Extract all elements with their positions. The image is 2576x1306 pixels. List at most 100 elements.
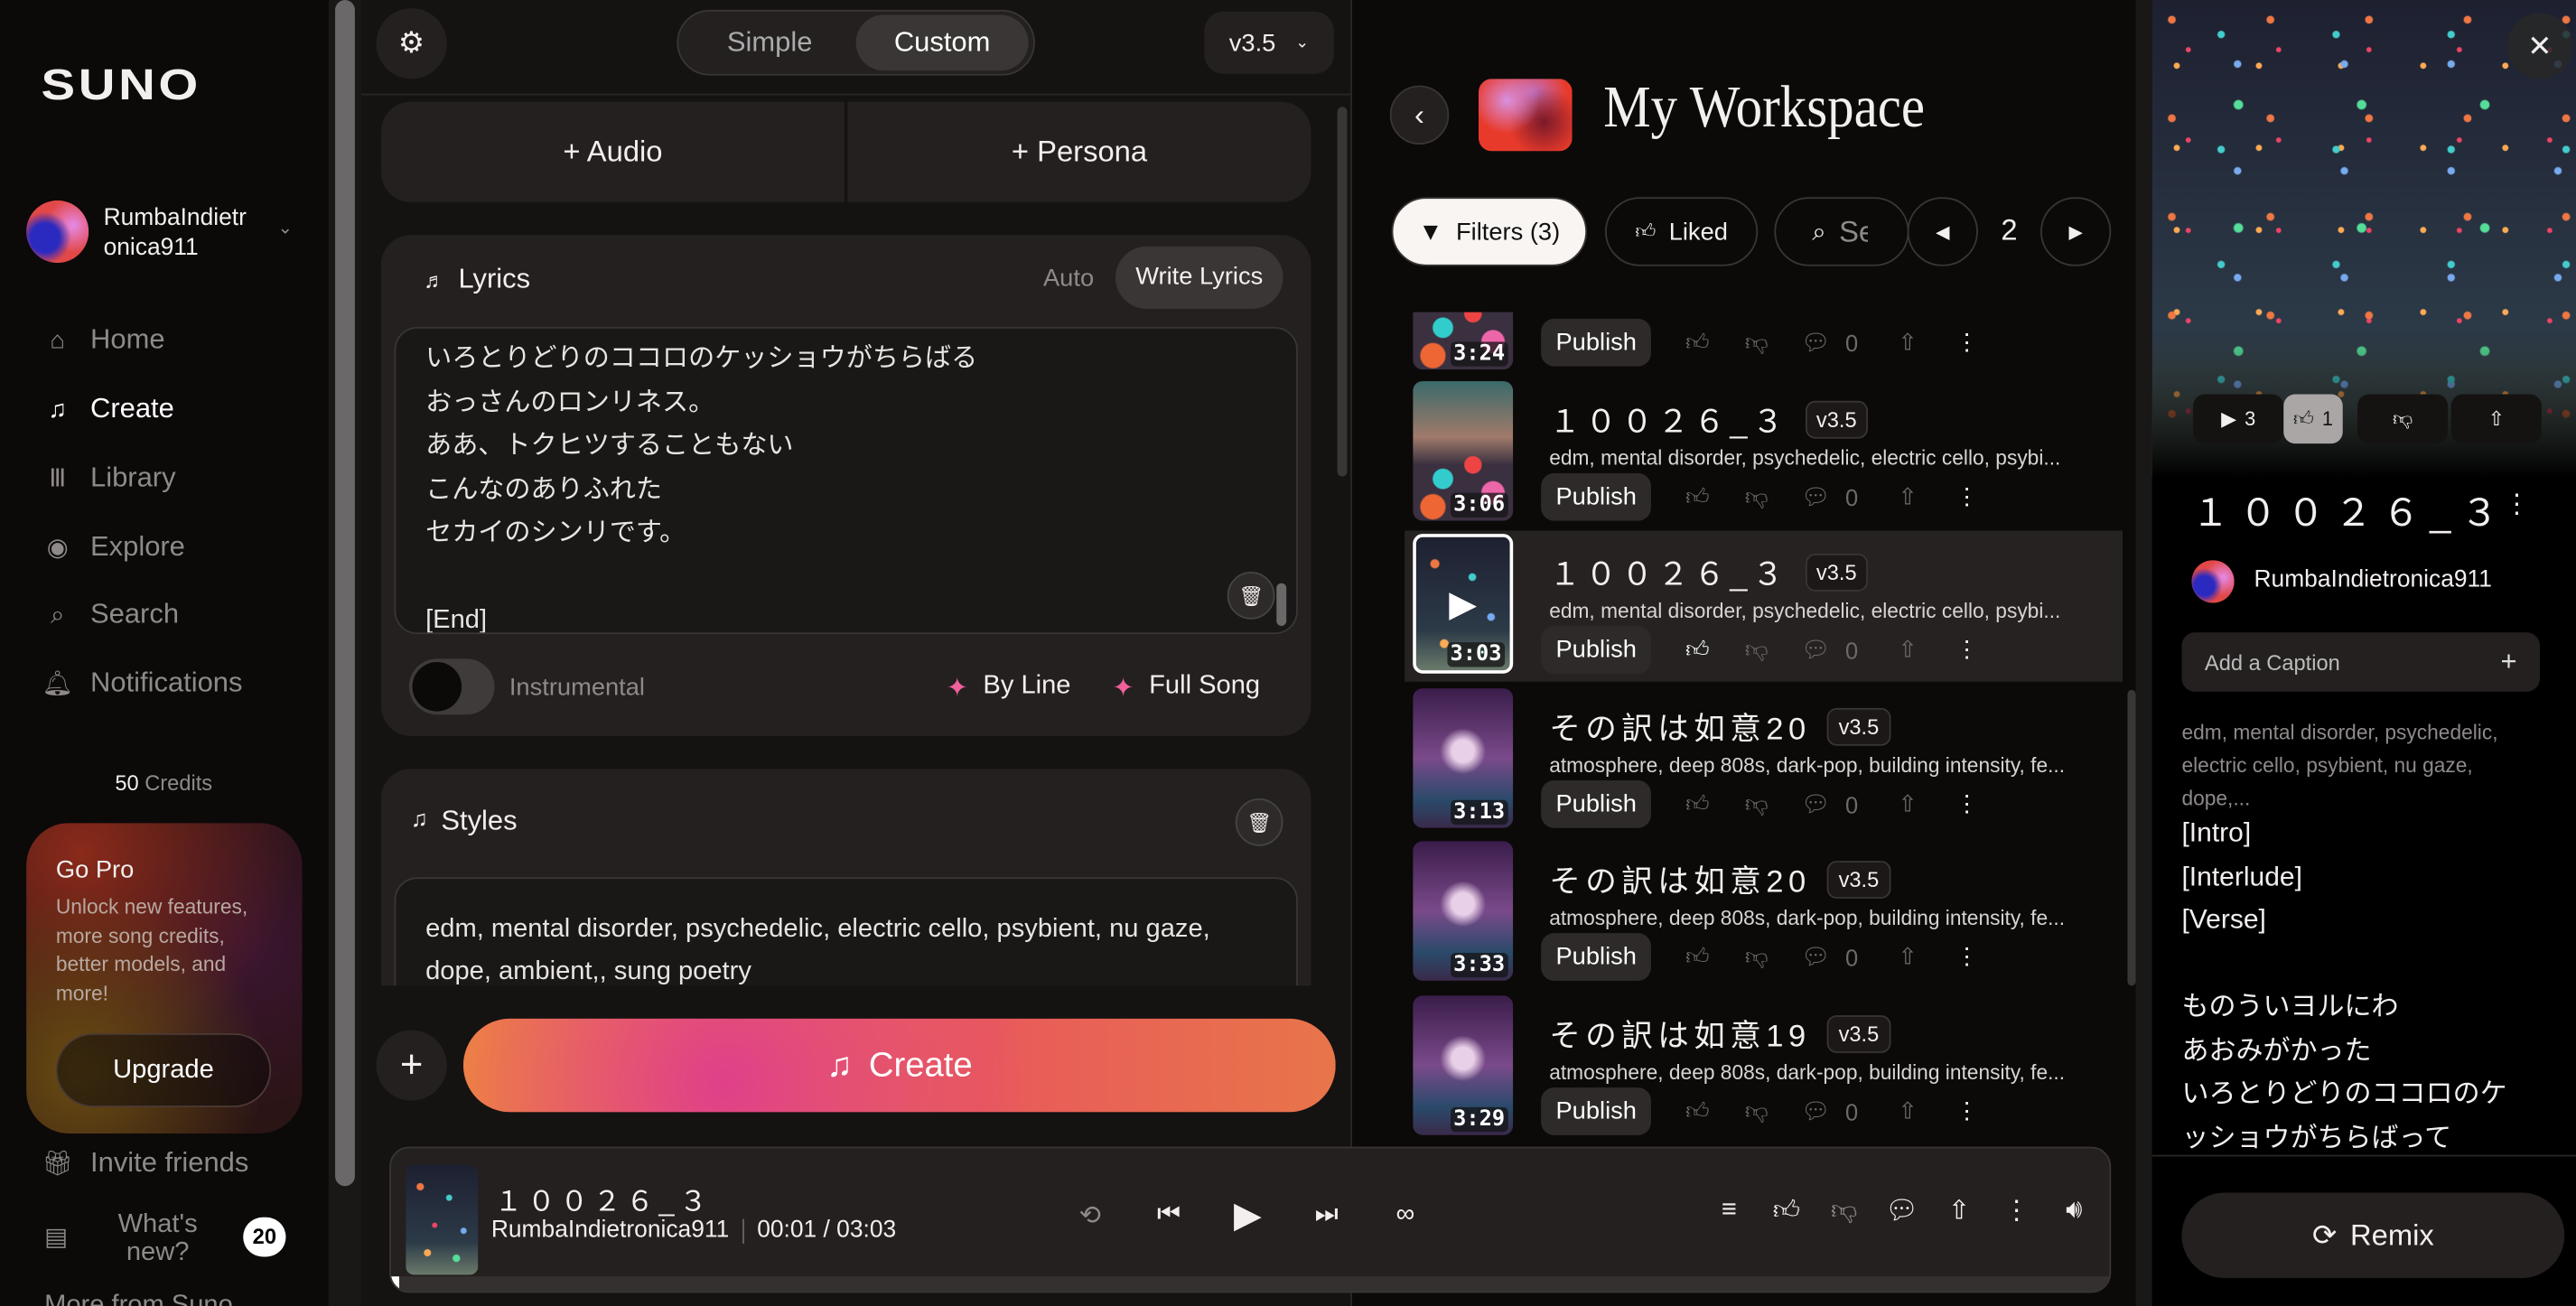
share-icon[interactable]: ⇧ <box>1878 1097 1937 1125</box>
thumbs-up-icon[interactable]: 👍︎ <box>1668 943 1727 971</box>
create-scrollbar[interactable] <box>1337 107 1348 477</box>
comment-icon[interactable]: 💬︎ <box>1786 943 1844 971</box>
song-row[interactable]: 3:33 その訳は如意20 v3.5 atmosphere, deep 808s,… <box>1405 838 2123 989</box>
play-icon[interactable]: ▶ <box>1219 1194 1277 1236</box>
sidebar-item-notifications[interactable]: 🔔︎ Notifications <box>41 664 242 704</box>
write-lyrics-tab[interactable]: Write Lyrics <box>1115 246 1283 309</box>
song-row[interactable]: 3:13 その訳は如意20 v3.5 atmosphere, deep 808s,… <box>1405 685 2123 835</box>
by-line-button[interactable]: ✦ By Line <box>947 672 1071 704</box>
thumbs-up-icon[interactable]: 👍︎ <box>1668 790 1727 818</box>
more-icon[interactable]: ⋮ <box>1937 943 1996 971</box>
comment-icon[interactable]: 💬︎ <box>1873 1194 1931 1227</box>
play-icon[interactable]: ▶ <box>1449 583 1477 626</box>
model-select[interactable]: v3.5 ⌄ <box>1204 11 1334 74</box>
instrumental-toggle[interactable] <box>408 658 495 715</box>
upgrade-button[interactable]: Upgrade <box>55 1033 272 1107</box>
plus-icon[interactable]: + <box>376 1030 447 1101</box>
thumbs-down-icon[interactable]: 👎︎ <box>1727 943 1786 971</box>
tab-simple[interactable]: Simple <box>684 14 856 70</box>
thumbs-up-icon[interactable]: 👍︎ <box>1668 1097 1727 1125</box>
filters-button[interactable]: ▼ Filters (3) <box>1391 197 1588 266</box>
repeat-icon[interactable]: ⟲ <box>1061 1199 1119 1232</box>
publish-button[interactable]: Publish <box>1541 318 1652 367</box>
lyrics-auto-tab[interactable]: Auto <box>1043 265 1094 293</box>
thumbs-down-icon[interactable]: 👎︎ <box>1727 1097 1786 1125</box>
play-count-button[interactable]: ▶ 3 <box>2193 394 2284 444</box>
song-thumbnail[interactable]: 3:13 <box>1413 688 1514 828</box>
song-title[interactable]: １００２６_３ v3.5 <box>1549 397 1869 442</box>
song-title[interactable]: その訳は如意20 v3.5 <box>1549 857 1891 901</box>
sidebar-item-explore[interactable]: ◉ Explore <box>41 527 185 567</box>
more-icon[interactable]: ⋮ <box>1937 1097 1996 1125</box>
sidebar-item-home[interactable]: ⌂ Home <box>41 321 164 360</box>
settings-gear-icon[interactable]: ⚙ <box>376 8 447 79</box>
lyrics-scrollbar[interactable] <box>1276 583 1287 626</box>
share-icon[interactable]: ⇧ <box>1878 329 1937 357</box>
thumbs-down-icon[interactable]: 👎︎ <box>1727 483 1786 511</box>
artist-name[interactable]: RumbaIndietronica911 <box>2254 567 2492 593</box>
song-thumbnail[interactable]: 3:29 <box>1413 995 1514 1135</box>
whats-new[interactable]: What's new? <box>112 1211 204 1267</box>
caption-input[interactable]: Add a Caption + <box>2181 632 2540 692</box>
avatar[interactable] <box>26 200 89 264</box>
trash-icon[interactable]: 🗑︎ <box>1235 798 1283 846</box>
close-icon[interactable]: ✕ <box>2506 13 2573 79</box>
thumbs-up-icon[interactable]: 👍︎ <box>1758 1195 1815 1227</box>
share-button[interactable]: ⇧ <box>2450 394 2542 444</box>
suno-logo[interactable]: SUNO <box>41 61 201 111</box>
song-thumbnail[interactable]: 3:24 <box>1413 312 1514 370</box>
share-icon[interactable]: ⇧ <box>1878 943 1937 971</box>
song-row[interactable]: 3:06 １００２６_３ v3.5 edm, mental disorder, p… <box>1405 378 2123 528</box>
publish-button[interactable]: Publish <box>1541 472 1652 521</box>
player-title[interactable]: １００２６_３ <box>494 1178 712 1218</box>
share-icon[interactable]: ⇧ <box>1930 1194 1988 1227</box>
publish-button[interactable]: Publish <box>1541 1087 1652 1135</box>
thumbs-down-icon[interactable]: 👎︎ <box>1815 1195 1873 1227</box>
more-icon[interactable]: ⋮ <box>1937 636 1996 664</box>
share-icon[interactable]: ⇧ <box>1878 483 1937 511</box>
remix-button[interactable]: ⟳ Remix <box>2181 1192 2565 1279</box>
progress-bar[interactable] <box>390 1276 2110 1292</box>
queue-icon[interactable]: ≡ <box>1701 1196 1759 1226</box>
thumbs-down-icon[interactable]: 👎︎ <box>1727 636 1786 664</box>
more-icon[interactable]: ⋮ <box>1937 790 1996 818</box>
song-thumbnail[interactable]: 3:33 <box>1413 841 1514 981</box>
share-icon[interactable]: ⇧ <box>1878 636 1937 664</box>
song-row[interactable]: ▶ 3:03 １００２６_３ v3.5 edm, mental disorder,… <box>1405 530 2123 682</box>
next-page-button[interactable]: ▶ <box>2040 197 2112 266</box>
song-row[interactable]: 3:24 Publish 👍︎ 👎︎ 💬︎ 0 ⇧ ⋮ <box>1405 312 2123 371</box>
sidebar-item-library[interactable]: Ⅲ Library <box>41 458 175 498</box>
add-persona-button[interactable]: + Persona <box>848 102 1311 202</box>
song-title[interactable]: その訳は如意20 v3.5 <box>1549 704 1891 749</box>
song-list-scrollbar[interactable] <box>2127 689 2136 986</box>
song-thumbnail[interactable]: ▶ 3:03 <box>1413 534 1514 674</box>
artist-avatar[interactable] <box>2191 560 2235 603</box>
song-title[interactable]: その訳は如意19 v3.5 <box>1549 1012 1891 1056</box>
comment-icon[interactable]: 💬︎ <box>1786 329 1844 357</box>
tab-custom[interactable]: Custom <box>855 14 1029 71</box>
more-icon[interactable]: ⋮ <box>1988 1194 2046 1227</box>
trash-icon[interactable]: 🗑︎ <box>1227 571 1275 620</box>
publish-button[interactable]: Publish <box>1541 779 1652 828</box>
previous-icon[interactable]: ⏮︎ <box>1140 1201 1198 1231</box>
publish-button[interactable]: Publish <box>1541 933 1652 981</box>
song-row[interactable]: 3:29 その訳は如意19 v3.5 atmosphere, deep 808s,… <box>1405 993 2123 1143</box>
username[interactable]: RumbaIndietr onica911 <box>104 204 247 263</box>
more-icon[interactable]: ⋮ <box>1937 329 1996 357</box>
song-title[interactable]: １００２６_３ v3.5 <box>1549 550 1869 594</box>
thumbs-up-icon[interactable]: 👍︎ <box>1668 483 1727 511</box>
comment-icon[interactable]: 💬︎ <box>1786 790 1844 818</box>
next-icon[interactable]: ⏭︎ <box>1298 1201 1356 1231</box>
comment-icon[interactable]: 💬︎ <box>1786 483 1844 511</box>
dislike-button[interactable]: 👎︎ <box>2357 394 2449 444</box>
more-icon[interactable]: ⋮ <box>1937 483 1996 511</box>
sidebar-item-search[interactable]: ⌕ Search <box>41 594 179 634</box>
prev-page-button[interactable]: ◀ <box>1907 197 1978 266</box>
invite-friends[interactable]: 🎁︎ Invite friends <box>41 1143 248 1183</box>
more-icon[interactable]: ⋮ <box>2504 488 2530 520</box>
thumbs-up-icon[interactable]: 👍︎ <box>1668 636 1727 664</box>
sidebar-item-create[interactable]: ♫ Create <box>41 389 173 429</box>
comment-icon[interactable]: 💬︎ <box>1786 1097 1844 1125</box>
add-audio-button[interactable]: + Audio <box>381 101 848 202</box>
search-field[interactable]: ⌕ Search <box>1774 197 1909 266</box>
